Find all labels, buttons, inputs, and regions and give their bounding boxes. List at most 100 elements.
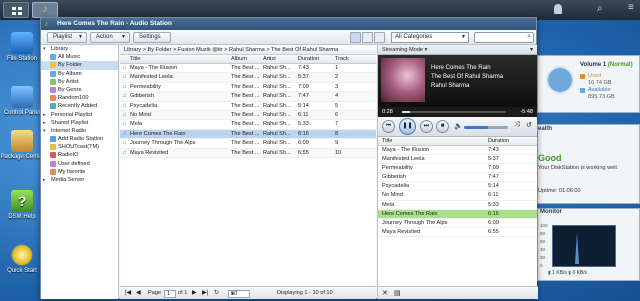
track-row[interactable]: ♫ Journey Through The Alps The Best ... Rah…: [120, 139, 376, 149]
column-track[interactable]: Track: [335, 55, 349, 64]
sidebar-item[interactable]: User defined: [41, 160, 118, 168]
queue-duration: 6:55: [488, 228, 499, 235]
track-row[interactable]: ♫ No Mind The Best ... Rahul Sh... 6:11 6: [120, 110, 376, 121]
window-titlebar[interactable]: ♪ Here Comes The Rain - Audio Station: [41, 18, 536, 30]
player-menu-icon[interactable]: ▾: [530, 45, 533, 55]
desktop-icon-dsm-help[interactable]: ? DSM Help: [0, 190, 44, 220]
prev-page-icon[interactable]: ◀: [136, 287, 141, 300]
search-taskbar-icon[interactable]: ⌕: [597, 3, 603, 14]
settings-button[interactable]: Settings: [133, 32, 171, 43]
queue-row[interactable]: Mela 5:33: [378, 201, 537, 210]
desktop-icon-file-station[interactable]: File Station: [0, 32, 44, 62]
sidebar-item[interactable]: All Music: [41, 53, 118, 61]
sidebar-item[interactable]: ▾ Internet Radio: [41, 127, 118, 135]
sidebar-item[interactable]: RadioIO: [41, 151, 118, 159]
main-menu-button[interactable]: [3, 2, 29, 18]
page-input[interactable]: 1: [164, 290, 176, 298]
queue-title: Here Comes The Rain: [382, 210, 438, 217]
last-page-icon[interactable]: ▶|: [202, 287, 208, 300]
playlist-column-title[interactable]: Title: [382, 137, 392, 146]
queue-row[interactable]: Permeability 7:09: [378, 164, 537, 174]
track-row[interactable]: ♫ Maya - The Illusion The Best ... Rahul Sh…: [120, 64, 376, 74]
playlist-button[interactable]: Playlist ▼: [47, 32, 87, 43]
sidebar-item-label: SHOUTcast(TM): [58, 144, 100, 151]
sidebar-item[interactable]: By Genre: [41, 86, 118, 94]
track-title: Maya Revisited: [130, 149, 169, 156]
queue-row[interactable]: Journey Through The Alps 6:09: [378, 219, 537, 228]
refresh-icon[interactable]: ↻: [214, 287, 219, 300]
next-button[interactable]: ⏭: [420, 120, 433, 133]
sidebar-item[interactable]: By Artist: [41, 78, 118, 86]
sidebar-item[interactable]: ▸ Media Server: [41, 176, 118, 184]
first-page-icon[interactable]: |◀: [125, 287, 131, 300]
taskbar-audio-station[interactable]: ♪: [32, 2, 58, 18]
streaming-mode-select[interactable]: Streaming Mode: [382, 47, 423, 53]
search-input[interactable]: ⌕: [474, 32, 534, 43]
queue-title: Manifested Leela: [382, 156, 425, 163]
queue-row[interactable]: Psycadelia 5:14: [378, 182, 537, 192]
progress-bar[interactable]: [402, 111, 506, 113]
category-select[interactable]: All Categories ▼: [391, 32, 469, 43]
track-row[interactable]: ♫ Manifested Leela The Best ... Rahul Sh...…: [120, 73, 376, 83]
sidebar-item[interactable]: My favorite: [41, 168, 118, 176]
queue-row[interactable]: Here Comes The Rain 6:16: [378, 209, 537, 219]
track-row[interactable]: ♫ Permeability The Best ... Rahul Sh... 7:09…: [120, 83, 376, 93]
queue-row[interactable]: Manifested Leela 5:37: [378, 155, 537, 165]
options-icon[interactable]: ≡: [628, 2, 634, 13]
page-size-select[interactable]: 50 ▾: [228, 290, 250, 298]
sidebar-item-icon: [50, 54, 56, 61]
music-note-icon: ♫: [122, 121, 127, 128]
sidebar-item[interactable]: ▸ Shared Playlist: [41, 119, 118, 127]
user-icon[interactable]: [554, 4, 562, 14]
volume-slider[interactable]: [464, 126, 508, 129]
shuffle-icon[interactable]: ⤨: [514, 121, 520, 129]
column-album[interactable]: Album: [231, 55, 247, 64]
expander-icon[interactable]: ▾: [43, 127, 46, 135]
sidebar-item[interactable]: Recently Added: [41, 102, 118, 110]
clear-queue-icon[interactable]: ✕: [382, 289, 388, 297]
sidebar-item-icon: [50, 136, 56, 143]
action-button[interactable]: Action ▼: [90, 32, 130, 43]
track-row[interactable]: ♫ Psycadelia The Best ... Rahul Sh... 5:14 5: [120, 102, 376, 111]
stop-button[interactable]: ■: [436, 120, 449, 133]
queue-row[interactable]: No Mind 6:11: [378, 191, 537, 201]
column-artist[interactable]: Artist: [263, 55, 276, 64]
music-note-icon: ♪: [44, 19, 48, 28]
desktop-icon-quick-start[interactable]: Quick Start: [0, 244, 44, 274]
track-row[interactable]: ♫ Here Comes The Rain The Best ... Rahul Sh…: [120, 129, 376, 140]
sidebar-item[interactable]: By Folder: [41, 61, 118, 70]
save-queue-icon[interactable]: ▤: [394, 289, 401, 297]
list-view-icon[interactable]: [350, 32, 361, 43]
track-album: The Best ...: [231, 111, 260, 118]
sidebar-item[interactable]: By Album: [41, 70, 118, 78]
queue-row[interactable]: Gibberish 7:47: [378, 173, 537, 183]
desktop-icon-package-center[interactable]: Package Center: [0, 130, 44, 160]
expander-icon[interactable]: ▸: [43, 176, 46, 184]
track-row[interactable]: ♫ Maya Revisited The Best ... Rahul Sh... 6:…: [120, 148, 376, 158]
expander-icon[interactable]: ▾: [43, 45, 46, 53]
expander-icon[interactable]: ▸: [43, 119, 46, 127]
queue-row[interactable]: Maya - The Illusion 7:43: [378, 146, 537, 156]
pause-button[interactable]: ❚❚: [399, 118, 416, 135]
track-artist: Rahul Sh...: [263, 102, 291, 109]
previous-button[interactable]: ⏮: [382, 120, 395, 133]
column-title[interactable]: Title: [130, 55, 140, 64]
repeat-icon[interactable]: ↺: [526, 121, 532, 129]
next-page-icon[interactable]: ▶: [192, 287, 197, 300]
column-duration[interactable]: Duration: [298, 55, 319, 64]
desktop-icon-control-panel[interactable]: Control Panel: [0, 86, 44, 116]
sidebar-item[interactable]: ▾ Library: [41, 45, 118, 53]
playlist-column-duration[interactable]: Duration: [488, 137, 509, 146]
sidebar-item[interactable]: Random100: [41, 94, 118, 102]
sidebar-item[interactable]: ▸ Personal Playlist: [41, 111, 118, 119]
sidebar-item[interactable]: Add Radio Station: [41, 135, 118, 143]
queue-row[interactable]: Maya Revisited 6:55: [378, 228, 537, 237]
expander-icon[interactable]: ▸: [43, 111, 46, 119]
desktop-icon-label: File Station: [6, 56, 37, 62]
breadcrumb[interactable]: Library > By Folder > Fusion Muzik @itr …: [120, 45, 376, 55]
track-row[interactable]: ♫ Mela The Best ... Rahul Sh... 5:33 7: [120, 120, 376, 130]
sidebar-item[interactable]: SHOUTcast(TM): [41, 143, 118, 151]
thumbnail-view-icon[interactable]: [374, 32, 385, 43]
detail-view-icon[interactable]: [362, 32, 373, 43]
track-row[interactable]: ♫ Gibberish The Best ... Rahul Sh... 7:47 4: [120, 92, 376, 102]
